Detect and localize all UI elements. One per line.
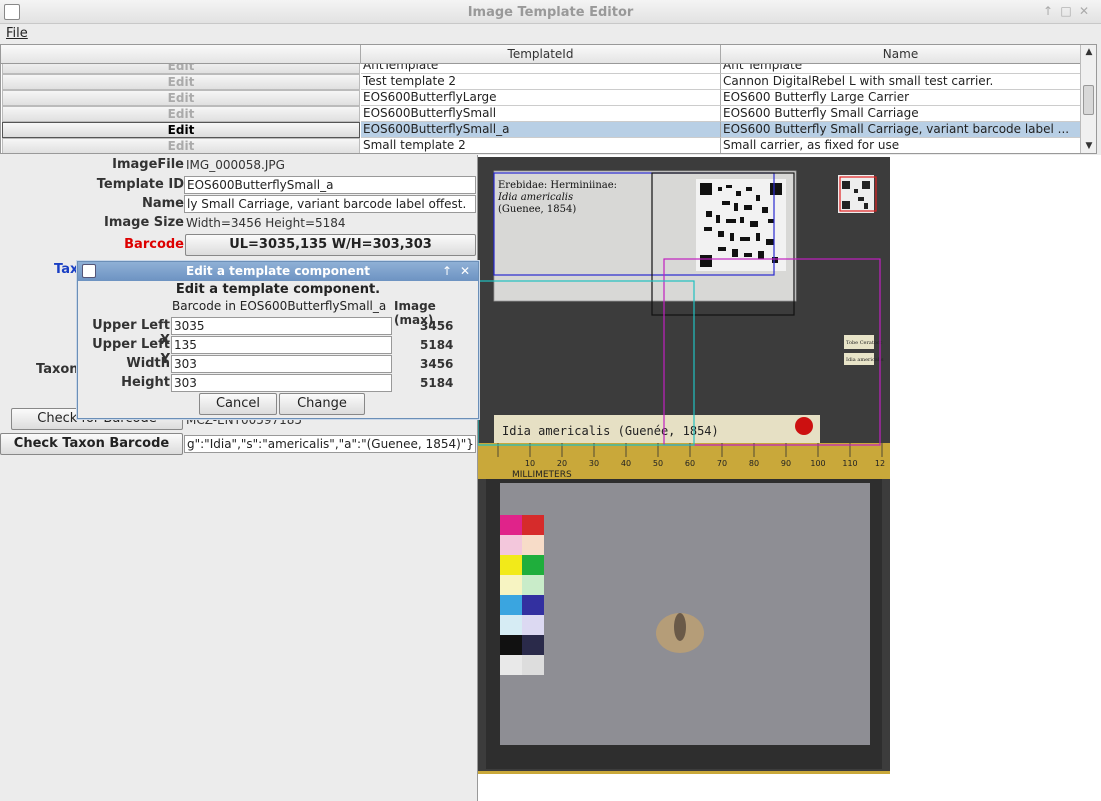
edit-component-dialog: Edit a template component ↑ ✕ Edit a tem… — [77, 261, 479, 419]
height-max: 5184 — [420, 376, 454, 390]
dialog-close-icon[interactable]: ✕ — [460, 264, 470, 278]
ruler-number: 20 — [557, 459, 567, 468]
width-max: 3456 — [420, 357, 454, 371]
ruler-number: 100 — [810, 459, 825, 468]
ruler-number: 60 — [685, 459, 695, 468]
table-row[interactable]: Edit Small template 2 Small carrier, as … — [1, 138, 1081, 153]
template-id-label: Template ID — [96, 177, 184, 192]
table-scrollbar[interactable]: ▲ ▼ — [1080, 45, 1096, 153]
maximize-up-icon[interactable]: ↑ — [1041, 4, 1055, 18]
edit-row-button[interactable]: Edit — [2, 90, 360, 106]
column-header-name[interactable]: Name — [721, 45, 1081, 64]
ruler-number: 30 — [589, 459, 599, 468]
ruler-caption: MILLIMETERS — [512, 470, 572, 480]
change-button[interactable]: Change — [279, 393, 365, 415]
edit-row-button[interactable]: Edit — [2, 74, 360, 90]
edit-row-button[interactable]: Edit — [2, 106, 360, 122]
restore-icon[interactable]: □ — [1059, 4, 1073, 18]
table-row[interactable]: Edit EOS600ButterflySmall EOS600 Butterf… — [1, 106, 1081, 122]
title-bar: Image Template Editor ↑ □ ✕ — [0, 0, 1101, 24]
edit-row-button[interactable]: Edit — [2, 64, 360, 74]
barcode-label: Barcode — [124, 237, 184, 252]
close-icon[interactable]: ✕ — [1077, 4, 1091, 18]
column-header-edit[interactable] — [1, 45, 361, 64]
ruler-number: 50 — [653, 459, 663, 468]
column-header-templateid[interactable]: TemplateId — [361, 45, 721, 64]
ruler-number: 12 — [875, 459, 885, 468]
upper-left-y-max: 5184 — [420, 338, 454, 352]
taxon-label-partial: Taxon — [36, 362, 79, 377]
upper-left-y-field[interactable]: 135 — [171, 336, 392, 354]
scroll-down-icon[interactable]: ▼ — [1081, 139, 1097, 153]
dialog-maximize-icon[interactable]: ↑ — [442, 264, 452, 278]
small-label-2: Idia americalis — [846, 357, 884, 363]
cell-template-id[interactable]: AntTemplate — [361, 64, 721, 74]
dialog-title[interactable]: Edit a template component — [78, 262, 478, 281]
species-strip-text: Idia americalis (Guenée, 1854) — [502, 424, 719, 438]
table-row[interactable]: Edit AntTemplate Ant Template — [1, 64, 1081, 74]
cancel-button[interactable]: Cancel — [199, 393, 277, 415]
upper-left-x-max: 3456 — [420, 319, 454, 333]
scroll-thumb[interactable] — [1083, 85, 1094, 115]
width-field[interactable]: 303 — [171, 355, 392, 373]
cell-template-name[interactable]: EOS600 Butterfly Small Carriage — [721, 106, 1081, 122]
specimen-photo-drawing: Erebidae: Herminiinae: Idia americalis (… — [478, 157, 890, 774]
cell-template-id[interactable]: EOS600ButterflyLarge — [361, 90, 721, 106]
table-body: Edit AntTemplate Ant Template Edit Test … — [1, 64, 1081, 153]
small-label-1: Tobe Ceratocc — [846, 340, 883, 346]
window-title: Image Template Editor — [467, 5, 634, 20]
label-line-3: (Guenee, 1854) — [498, 204, 576, 215]
cell-template-name[interactable]: Small carrier, as fixed for use — [721, 138, 1081, 153]
height-field[interactable]: 303 — [171, 374, 392, 392]
ruler-number: 70 — [717, 459, 727, 468]
taxon-result-field[interactable]: g":"Idia","s":"americalis","a":"(Guenee,… — [184, 435, 476, 453]
image-size-label: Image Size — [103, 215, 184, 230]
name-field[interactable]: ly Small Carriage, variant barcode label… — [184, 195, 476, 213]
name-label: Name — [141, 196, 184, 211]
edit-row-button[interactable]: Edit — [2, 122, 360, 138]
height-label: Height — [121, 375, 170, 390]
table-row[interactable]: Edit Test template 2 Cannon DigitalRebel… — [1, 74, 1081, 90]
cell-template-id[interactable]: EOS600ButterflySmall — [361, 106, 721, 122]
cell-template-name[interactable]: Ant Template — [721, 64, 1081, 74]
dialog-heading: Edit a template component. — [175, 282, 381, 297]
specimen-photo: Erebidae: Herminiinae: Idia americalis (… — [478, 157, 890, 774]
menu-bar: File — [0, 24, 1101, 44]
ruler-number: 90 — [781, 459, 791, 468]
cell-template-id[interactable]: Small template 2 — [361, 138, 721, 153]
table-row-selected[interactable]: Edit EOS600ButterflySmall_a EOS600 Butte… — [1, 122, 1081, 138]
width-label: Width — [126, 356, 170, 371]
menu-file[interactable]: File — [6, 24, 28, 44]
table-row[interactable]: Edit EOS600ButterflyLarge EOS600 Butterf… — [1, 90, 1081, 106]
ruler-number: 110 — [842, 459, 857, 468]
template-id-field[interactable]: EOS600ButterflySmall_a — [184, 176, 476, 194]
cell-template-name[interactable]: Cannon DigitalRebel L with small test ca… — [721, 74, 1081, 90]
label-line-1: Erebidae: Herminiinae: — [498, 180, 617, 191]
cell-template-id[interactable]: Test template 2 — [361, 74, 721, 90]
ruler-number: 10 — [525, 459, 535, 468]
image-size-value: Width=3456 Height=5184 — [186, 216, 346, 230]
taxon-barcode-label-partial: Tax — [54, 262, 79, 277]
cell-template-name[interactable]: EOS600 Butterfly Small Carriage, variant… — [721, 122, 1081, 138]
cell-template-id[interactable]: EOS600ButterflySmall_a — [361, 122, 721, 138]
cell-template-name[interactable]: EOS600 Butterfly Large Carrier — [721, 90, 1081, 106]
ruler-number: 40 — [621, 459, 631, 468]
table-header: TemplateId Name — [1, 45, 1081, 64]
label-line-2: Idia americalis — [497, 192, 573, 203]
java-dialog-icon — [82, 264, 96, 278]
template-table: TemplateId Name Edit AntTemplate Ant Tem… — [0, 44, 1097, 154]
scroll-up-icon[interactable]: ▲ — [1081, 45, 1097, 59]
upper-left-x-field[interactable]: 3035 — [171, 317, 392, 335]
component-name: Barcode in EOS600ButterflySmall_a — [172, 299, 387, 313]
check-taxon-barcode-button[interactable]: Check Taxon Barcode — [0, 433, 183, 455]
ruler-number: 80 — [749, 459, 759, 468]
edit-row-button[interactable]: Edit — [2, 138, 360, 153]
image-file-label: ImageFile — [112, 157, 184, 172]
barcode-component-button[interactable]: UL=3035,135 W/H=303,303 — [185, 234, 476, 256]
image-file-value: IMG_000058.JPG — [186, 158, 285, 172]
